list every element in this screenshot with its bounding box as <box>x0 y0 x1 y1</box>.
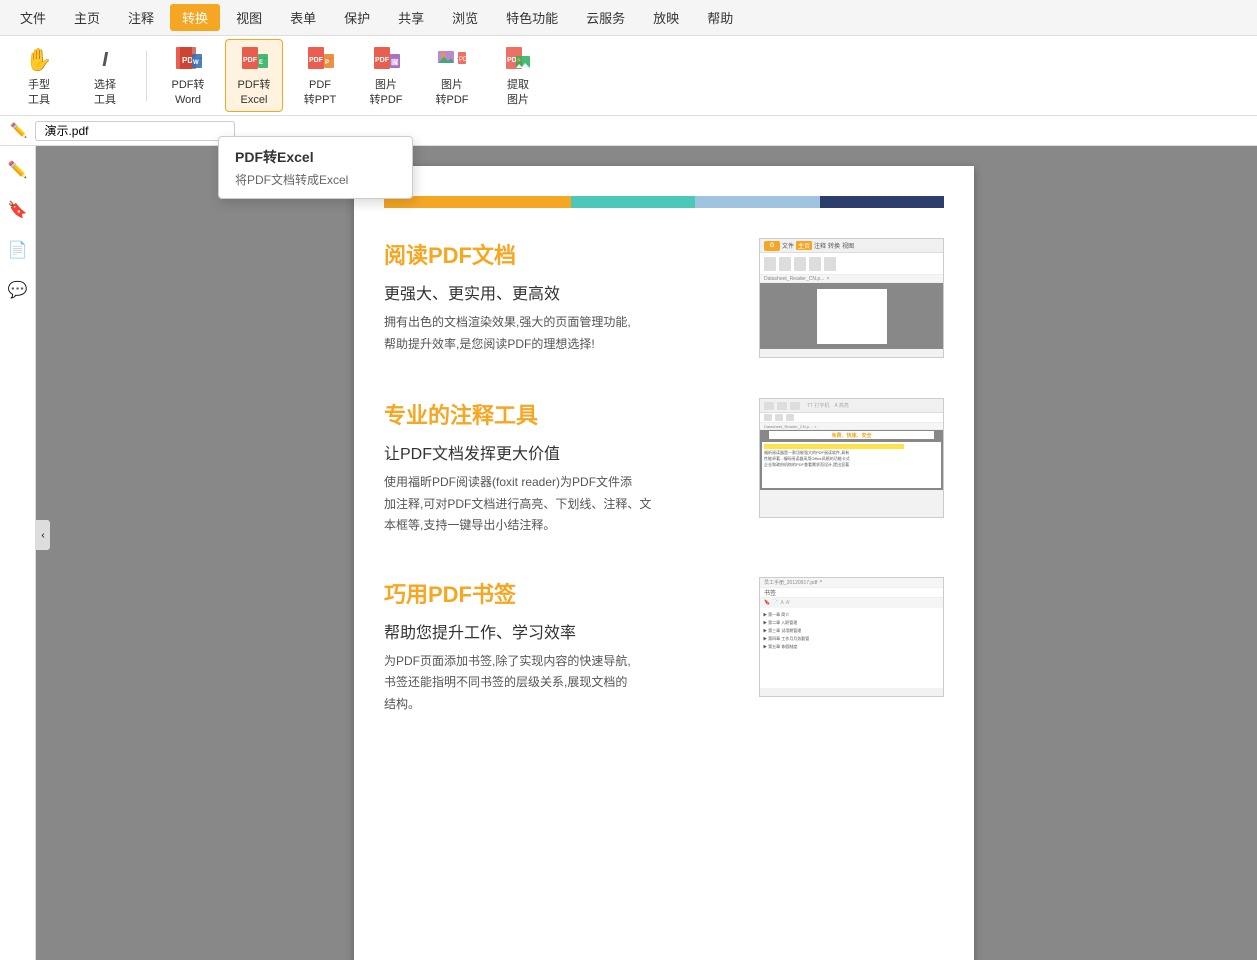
dropdown-title: PDF转Excel <box>235 147 396 167</box>
comments-icon[interactable]: 💬 <box>4 276 32 304</box>
address-bar: ✏️ <box>0 116 1257 146</box>
extract-image-button[interactable]: PDF 提取图片 <box>489 40 547 111</box>
menu-item-转换[interactable]: 转换 <box>170 4 220 31</box>
chevron-left-icon: ‹ <box>41 530 44 541</box>
svg-text:W: W <box>193 60 199 66</box>
section-read-body: 拥有出色的文档渲染效果,强大的页面管理功能,帮助提升效率,是您阅读PDF的理想选… <box>384 312 739 355</box>
select-tool-button[interactable]: I 选择工具 <box>76 40 134 111</box>
menu-item-帮助[interactable]: 帮助 <box>695 4 745 31</box>
color-bar-teal <box>571 196 695 208</box>
section-annotate-text: 专业的注释工具 让PDF文档发挥更大价值 使用福昕PDF阅读器(foxit re… <box>384 398 739 537</box>
menu-item-文件[interactable]: 文件 <box>8 4 58 31</box>
pdf-to-excel-button[interactable]: PDF → E PDF转Excel <box>225 39 283 112</box>
section-read: 阅读PDF文档 更强大、更实用、更高效 拥有出色的文档渲染效果,强大的页面管理功… <box>384 238 944 358</box>
content-area: 阅读PDF文档 更强大、更实用、更高效 拥有出色的文档渲染效果,强大的页面管理功… <box>36 146 1257 960</box>
svg-text:PDF: PDF <box>309 57 324 64</box>
hand-tool-button[interactable]: ✋ 手型工具 <box>10 40 68 111</box>
section-bookmark-body: 为PDF页面添加书签,除了实现内容的快速导航,书签还能指明不同书签的层级关系,展… <box>384 651 739 716</box>
color-bar-navy <box>820 196 944 208</box>
dropdown-description: 将PDF文档转成Excel <box>235 171 396 188</box>
mini-ui-bookmark: 员工手册_20120917.pdf × 书签 🔖 📄 A A' ▶ <box>759 577 944 697</box>
section-read-subtitle: 更强大、更实用、更高效 <box>384 280 739 304</box>
section-read-title: 阅读PDF文档 <box>384 238 739 270</box>
pdf-to-word-button[interactable]: PDF → W PDF转Word <box>159 40 217 111</box>
pdf-word-icon: PDF → W <box>172 44 204 76</box>
pdf-image-icon: PDF → 🖼 <box>370 44 402 76</box>
main-layout: ✏️ 🔖 📄 💬 ‹ 阅读PDF文档 更强大、更实用、更高效 拥有出色的文档渲染… <box>0 146 1257 960</box>
color-bar-orange <box>384 196 571 208</box>
annotation-icon[interactable]: ✏️ <box>4 156 32 184</box>
menu-bar: (function(){ const data = JSON.parse(doc… <box>0 0 1257 36</box>
extract-image-label: 提取图片 <box>507 78 529 107</box>
section-bookmark: 巧用PDF书签 帮助您提升工作、学习效率 为PDF页面添加书签,除了实现内容的快… <box>384 577 944 716</box>
sidebar-icons: ✏️ 🔖 📄 💬 <box>0 146 36 960</box>
svg-text:🖼: 🖼 <box>391 58 399 66</box>
divider-1 <box>146 51 147 101</box>
pdf-excel-dropdown: PDF转Excel 将PDF文档转成Excel <box>218 136 413 199</box>
menu-item-表单[interactable]: 表单 <box>278 4 328 31</box>
menu-item-特色功能[interactable]: 特色功能 <box>494 4 570 31</box>
filename-input[interactable] <box>35 121 235 141</box>
pdf-to-ppt-button[interactable]: PDF → P PDF转PPT <box>291 40 349 111</box>
menu-item-保护[interactable]: 保护 <box>332 4 382 31</box>
pdf-page: 阅读PDF文档 更强大、更实用、更高效 拥有出色的文档渲染效果,强大的页面管理功… <box>354 166 974 960</box>
extract-icon: PDF <box>502 44 534 76</box>
pdf-excel-label: PDF转Excel <box>238 78 271 107</box>
image-pdf-label: 图片转PDF <box>436 78 469 107</box>
mini-ui-annotate: TT 打字机 A 高亮 Datasheet_Reader_CN.p... × <box>759 398 944 518</box>
color-bar <box>384 196 944 208</box>
section-annotate: 专业的注释工具 让PDF文档发挥更大价值 使用福昕PDF阅读器(foxit re… <box>384 398 944 537</box>
toolbar: ✋ 手型工具 I 选择工具 PDF → W PDF转Word PDF → <box>0 36 1257 116</box>
svg-text:PDF: PDF <box>459 57 468 63</box>
menu-item-浏览[interactable]: 浏览 <box>440 4 490 31</box>
hand-icon: ✋ <box>23 44 55 76</box>
section-annotate-subtitle: 让PDF文档发挥更大价值 <box>384 440 739 464</box>
pencil-icon: ✏️ <box>10 122 27 139</box>
section-bookmark-subtitle: 帮助您提升工作、学习效率 <box>384 619 739 643</box>
image-to-pdf-button[interactable]: → PDF 图片转PDF <box>423 40 481 111</box>
section-annotate-title: 专业的注释工具 <box>384 398 739 430</box>
bookmark-icon[interactable]: 🔖 <box>4 196 32 224</box>
menu-item-主页[interactable]: 主页 <box>62 4 112 31</box>
menu-item-放映[interactable]: 放映 <box>641 4 691 31</box>
pages-icon[interactable]: 📄 <box>4 236 32 264</box>
svg-text:PDF: PDF <box>243 57 258 64</box>
image-pdf-icon: → PDF <box>436 44 468 76</box>
select-tool-label: 选择工具 <box>94 78 116 107</box>
pdf-to-image-button[interactable]: PDF → 🖼 图片转PDF <box>357 40 415 111</box>
pdf-word-label: PDF转Word <box>172 78 205 107</box>
collapse-sidebar-button[interactable]: ‹ <box>36 520 50 550</box>
section-read-text: 阅读PDF文档 更强大、更实用、更高效 拥有出色的文档渲染效果,强大的页面管理功… <box>384 238 739 358</box>
section-annotate-body: 使用福昕PDF阅读器(foxit reader)为PDF文件添加注释,可对PDF… <box>384 472 739 537</box>
menu-item-云服务[interactable]: 云服务 <box>574 4 637 31</box>
section-bookmark-text: 巧用PDF书签 帮助您提升工作、学习效率 为PDF页面添加书签,除了实现内容的快… <box>384 577 739 716</box>
menu-item-共享[interactable]: 共享 <box>386 4 436 31</box>
hand-tool-label: 手型工具 <box>28 78 50 107</box>
svg-text:E: E <box>259 60 263 66</box>
color-bar-blue <box>695 196 819 208</box>
select-icon: I <box>89 44 121 76</box>
pdf-ppt-label: PDF转PPT <box>304 78 336 107</box>
mini-ui-read: G 文件 主页 注释 转换 视图 Da <box>759 238 944 358</box>
menu-item-注释[interactable]: 注释 <box>116 4 166 31</box>
pdf-ppt-icon: PDF → P <box>304 44 336 76</box>
menu-item-视图[interactable]: 视图 <box>224 4 274 31</box>
section-bookmark-title: 巧用PDF书签 <box>384 577 739 609</box>
svg-text:P: P <box>325 60 329 66</box>
svg-text:PDF: PDF <box>375 57 390 64</box>
pdf-excel-icon: PDF → E <box>238 44 270 76</box>
pdf-image-label: 图片转PDF <box>370 78 403 107</box>
